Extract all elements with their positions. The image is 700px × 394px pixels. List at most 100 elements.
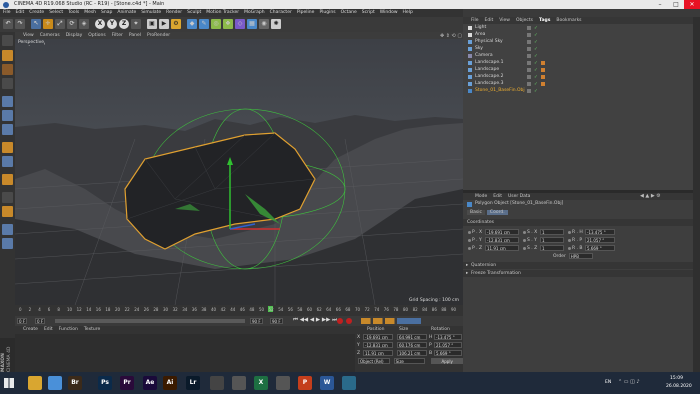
clock-date[interactable]: 26.08.2020 <box>666 384 692 389</box>
coord-size-field[interactable]: 64.991 cm <box>397 334 427 340</box>
menu-plugins[interactable]: Plugins <box>319 10 335 15</box>
material-menu-texture[interactable]: Texture <box>84 327 100 332</box>
viewport-menu-display[interactable]: Display <box>66 33 83 38</box>
keyframe-icons[interactable] <box>361 318 421 324</box>
attr-rotation-field[interactable]: 5.669 ° <box>585 245 615 251</box>
windows-start-icon[interactable] <box>4 378 14 388</box>
order-dropdown[interactable]: HPB <box>568 253 593 259</box>
coord-rotation-field[interactable]: 21.057 ° <box>434 342 462 348</box>
menu-script[interactable]: Script <box>362 10 375 15</box>
word-icon[interactable]: W <box>320 376 334 390</box>
cinema4d-icon[interactable] <box>210 376 224 390</box>
attr-nav-icons[interactable]: ◀ ▲ ▶ ⚙ <box>640 193 661 199</box>
objects-menu-objects[interactable]: Objects <box>516 18 533 23</box>
keyframe-dot-icon[interactable] <box>523 246 526 250</box>
timeline-ruler[interactable]: 0 2 4 6 8 10 12 14 16 18 20 22 24 26 28 30 32 34 36 38 40 42 4… <box>15 305 463 316</box>
move-icon[interactable]: ✛ <box>43 19 53 29</box>
subdivision-icon[interactable]: ◎ <box>211 19 221 29</box>
visibility-dots-icon[interactable] <box>527 46 531 51</box>
soft-selection-icon[interactable] <box>2 156 13 167</box>
workplane-align-icon[interactable] <box>2 224 13 235</box>
autokey-icon[interactable] <box>346 318 352 324</box>
attr-rotation-field[interactable]: 21.057 ° <box>585 237 615 243</box>
visibility-dots-icon[interactable] <box>527 81 531 86</box>
attr-section-quaternion[interactable]: ▸ Quaternion <box>463 262 693 269</box>
visibility-dots-icon[interactable] <box>527 32 531 37</box>
attr-position-field[interactable]: -19.691 cm <box>485 229 519 235</box>
tag-icon[interactable] <box>541 74 545 79</box>
3d-viewport[interactable]: Perspective Perspective Grid Spacing : 1… <box>15 39 463 305</box>
visibility-dots-icon[interactable] <box>527 39 531 44</box>
attr-section-freeze-transformation[interactable]: ▸ Freeze Transformation <box>463 270 693 277</box>
viewport-menu-filter[interactable]: Filter <box>112 33 123 38</box>
visibility-dots-icon[interactable] <box>527 74 531 79</box>
premiere-icon[interactable]: Pr <box>120 376 134 390</box>
chrome-icon[interactable] <box>48 376 62 390</box>
polygons-mode-icon[interactable] <box>2 124 13 135</box>
side-tabs[interactable] <box>693 17 700 372</box>
attr-menu-user-data[interactable]: User Data <box>508 194 530 199</box>
menu-select[interactable]: Select <box>49 10 63 15</box>
coord-size-field[interactable]: 106.21 cm <box>397 350 427 356</box>
deformer-icon[interactable]: ◇ <box>235 19 245 29</box>
redo-icon[interactable]: ↷ <box>15 19 25 29</box>
play-controls[interactable]: ⏮ ◀◀ ◀ ▶ ▶▶ ⏭ <box>293 317 337 324</box>
lock-icon[interactable] <box>2 206 13 217</box>
object-item-area[interactable]: Area ✓ <box>463 31 693 38</box>
keyframe-dot-icon[interactable] <box>468 246 471 250</box>
start-frame-field[interactable]: 0 F <box>17 318 28 324</box>
z-axis-icon[interactable]: Z <box>119 19 129 29</box>
cube-icon[interactable]: ◆ <box>187 19 197 29</box>
snap-icon[interactable] <box>2 142 13 153</box>
object-item-light[interactable]: Light ✓ <box>463 24 693 31</box>
keyframe-dot-icon[interactable] <box>468 238 471 242</box>
render-view-icon[interactable]: ▣ <box>147 19 157 29</box>
viewport-menu-options[interactable]: Options <box>88 33 105 38</box>
keyframe-dot-icon[interactable] <box>523 238 526 242</box>
model-mode-icon[interactable] <box>2 50 13 61</box>
coord-position-field[interactable]: -19.691 cm <box>363 334 393 340</box>
render-settings-icon[interactable]: ⚙ <box>171 19 181 29</box>
rotate-icon[interactable]: ⟳ <box>67 19 77 29</box>
menu-pipeline[interactable]: Pipeline <box>297 10 315 15</box>
current-frame-field[interactable]: 90 F <box>270 318 283 324</box>
coord-rotation-field[interactable]: -13.475 ° <box>434 334 462 340</box>
paint-icon[interactable] <box>2 174 13 185</box>
coord-rotation-field[interactable]: 5.669 ° <box>434 350 462 356</box>
grid-icon[interactable] <box>2 192 13 203</box>
menu-animate[interactable]: Animate <box>117 10 136 15</box>
menu-mesh[interactable]: Mesh <box>84 10 96 15</box>
workplane-icon[interactable] <box>2 78 13 89</box>
menu-snap[interactable]: Snap <box>101 10 112 15</box>
attr-scale-field[interactable]: 1 <box>540 245 564 251</box>
menu-file[interactable]: File <box>3 10 11 15</box>
material-manager[interactable] <box>15 334 355 372</box>
texture-mode-icon[interactable] <box>2 64 13 75</box>
aftereffects-icon[interactable]: Ae <box>143 376 157 390</box>
illustrator-icon[interactable]: Ai <box>163 376 177 390</box>
undo-icon[interactable]: ↶ <box>3 19 13 29</box>
frame-field[interactable]: 0 F <box>35 318 46 324</box>
scale-icon[interactable]: ⤢ <box>55 19 65 29</box>
photoshop-icon[interactable]: Ps <box>98 376 112 390</box>
keyframe-dot-icon[interactable] <box>568 238 571 242</box>
object-item-landscape[interactable]: Landscape ✓ <box>463 66 693 73</box>
coord-position-field[interactable]: 11.91 cm <box>363 350 393 356</box>
objects-menu-view[interactable]: View <box>499 18 510 23</box>
object-item-camera[interactable]: Camera ✓ <box>463 52 693 59</box>
viewport-menu-prorender[interactable]: ProRender <box>147 33 170 38</box>
viewport-menu-cameras[interactable]: Cameras <box>40 33 60 38</box>
menu-render[interactable]: Render <box>166 10 182 15</box>
apply-button[interactable]: Apply <box>431 358 464 364</box>
objects-menu-file[interactable]: File <box>471 18 479 23</box>
visibility-dots-icon[interactable] <box>527 60 531 65</box>
minimize-button[interactable]: – <box>652 0 668 9</box>
keyframe-dot-icon[interactable] <box>568 246 571 250</box>
keyframe-dot-icon[interactable] <box>523 230 526 234</box>
tool-icon[interactable] <box>232 376 246 390</box>
menu-edit[interactable]: Edit <box>16 10 25 15</box>
object-item-stone-01-basefin-obj[interactable]: Stone_01_BaseFin.Obj ✓ <box>463 87 693 94</box>
objects-menu-tags[interactable]: Tags <box>539 18 550 23</box>
other-icon[interactable] <box>342 376 356 390</box>
make-editable-icon[interactable] <box>2 35 13 46</box>
